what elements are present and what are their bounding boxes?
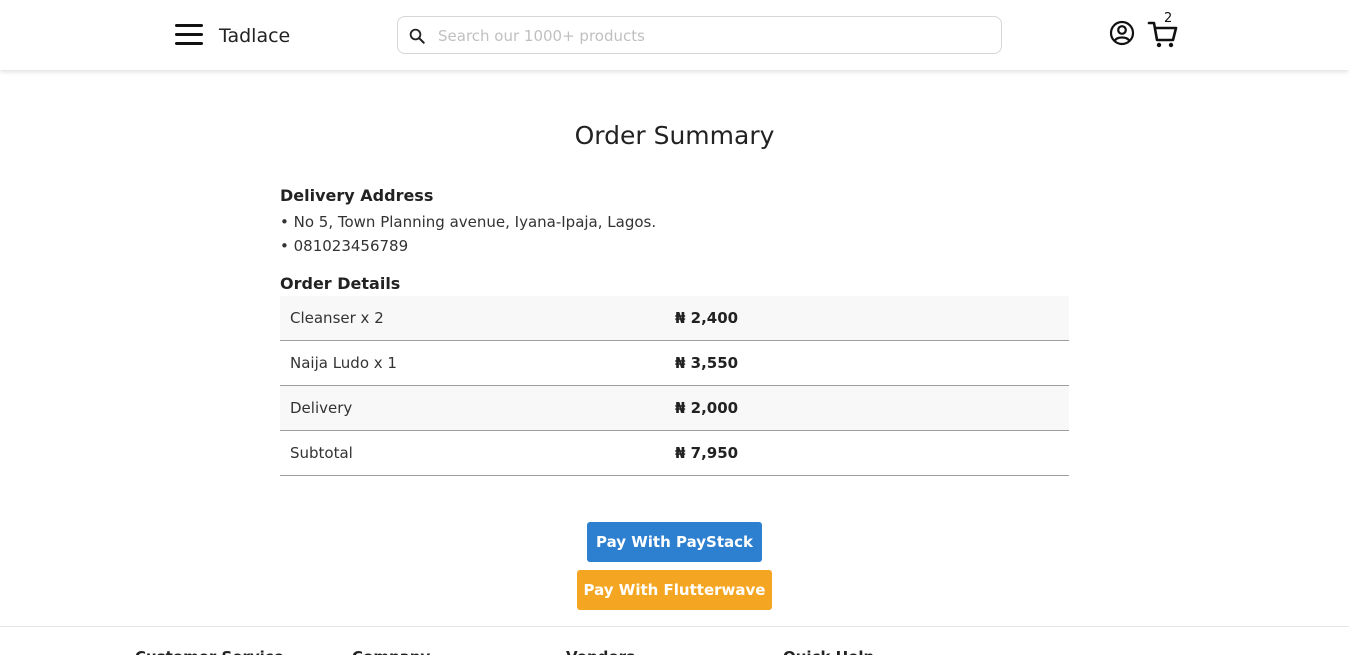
table-row: Cleanser x 2 ₦ 2,400 xyxy=(280,296,1069,341)
pay-with-paystack-button[interactable]: Pay With PayStack xyxy=(587,522,762,562)
subtotal-amount: ₦ 7,950 xyxy=(665,430,1069,476)
brand-logo-link[interactable]: Tadlace xyxy=(219,24,290,48)
delivery-fee-amount: ₦ 2,000 xyxy=(665,385,1069,431)
table-row: Naija Ludo x 1 ₦ 3,550 xyxy=(280,340,1069,386)
hamburger-menu-icon[interactable] xyxy=(175,24,203,46)
site-header: Tadlace 2 xyxy=(0,0,1349,70)
table-row: Subtotal ₦ 7,950 xyxy=(280,430,1069,476)
search-input[interactable] xyxy=(436,23,990,49)
menu-bar xyxy=(175,42,203,45)
search-icon[interactable] xyxy=(408,27,426,45)
search-bar xyxy=(397,16,1002,54)
order-details-table: Cleanser x 2 ₦ 2,400 Naija Ludo x 1 ₦ 3,… xyxy=(280,296,1069,476)
order-item-name: Naija Ludo x 1 xyxy=(280,340,665,386)
order-item-amount: ₦ 3,550 xyxy=(665,340,1069,386)
user-circle-icon[interactable] xyxy=(1109,20,1135,46)
menu-bar xyxy=(175,33,203,36)
table-row: Delivery ₦ 2,000 xyxy=(280,385,1069,431)
delivery-address-heading: Delivery Address xyxy=(280,186,434,205)
subtotal-label: Subtotal xyxy=(280,430,665,476)
order-item-name: Cleanser x 2 xyxy=(280,296,665,341)
page-title: Order Summary xyxy=(574,121,775,150)
phone-line: • 081023456789 xyxy=(280,237,409,255)
pay-with-flutterwave-button[interactable]: Pay With Flutterwave xyxy=(577,570,772,610)
menu-bar xyxy=(175,24,203,27)
order-item-amount: ₦ 2,400 xyxy=(665,296,1069,341)
address-line: • No 5, Town Planning avenue, Iyana-Ipaj… xyxy=(280,213,657,231)
site-footer: Customer Service Company Vendors Quick H… xyxy=(0,626,1349,655)
order-details-heading: Order Details xyxy=(280,274,401,293)
delivery-fee-label: Delivery xyxy=(280,385,665,431)
shopping-cart-icon[interactable] xyxy=(1147,18,1179,50)
cart-count-badge: 2 xyxy=(1164,11,1173,26)
